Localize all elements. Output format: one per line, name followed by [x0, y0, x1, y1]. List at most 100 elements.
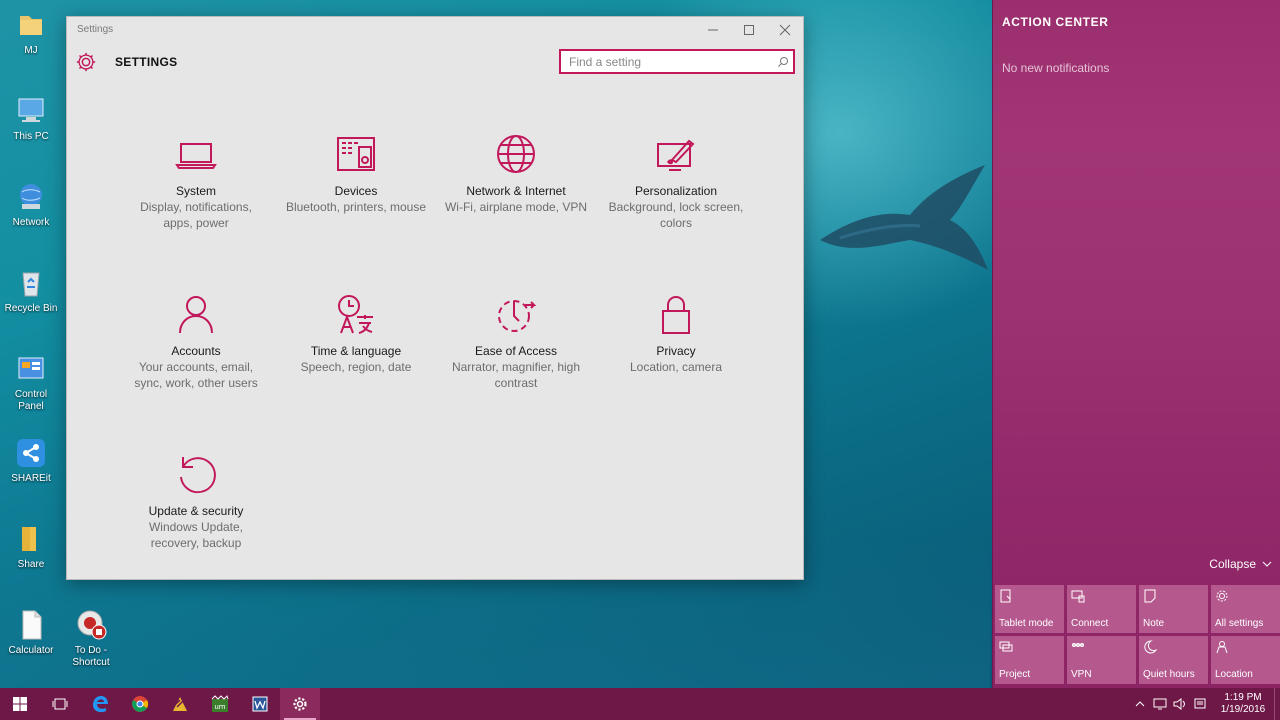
laptop-icon: [116, 131, 276, 177]
document-icon: [14, 608, 48, 642]
search-box[interactable]: [559, 49, 795, 74]
word-icon: [252, 696, 268, 712]
windows-logo-icon: [13, 697, 27, 711]
settings-window: Settings SETTINGS System Display, notifi…: [66, 16, 804, 580]
recycle-bin-icon: [14, 266, 48, 300]
clock-time: 1:19 PM: [1224, 692, 1262, 703]
task-view-icon: [52, 698, 68, 710]
edge-taskbar-button[interactable]: [80, 688, 120, 720]
desktop-icon-share[interactable]: Share: [4, 522, 58, 571]
system-tray: 1:19 PM 1/19/2016: [1130, 688, 1280, 720]
tile-ease-of-access[interactable]: Ease of Access Narrator, magnifier, high…: [436, 291, 596, 391]
action-center-title: ACTION CENTER: [1002, 15, 1109, 29]
gear-icon: [293, 697, 307, 711]
tile-network-internet[interactable]: Network & Internet Wi-Fi, airplane mode,…: [436, 131, 596, 215]
edge-browser-icon: [93, 696, 108, 713]
desktop-icon-to-do-shortcut[interactable]: To Do - Shortcut: [64, 608, 118, 669]
volume-icon[interactable]: [1170, 698, 1190, 710]
tile-system[interactable]: System Display, notifications, apps, pow…: [116, 131, 276, 231]
tile-accounts[interactable]: Accounts Your accounts, email, sync, wor…: [116, 291, 276, 391]
refresh-icon: [116, 451, 276, 497]
quick-action-vpn[interactable]: VPN: [1067, 636, 1136, 684]
quick-action-note[interactable]: Note: [1139, 585, 1208, 633]
search-input[interactable]: [561, 51, 773, 72]
paintbrush-icon: [596, 131, 756, 177]
computer-icon: [14, 94, 48, 128]
chevron-down-icon: [1262, 561, 1272, 567]
quick-action-quiet-hours[interactable]: Quiet hours: [1139, 636, 1208, 684]
window-title: Settings: [77, 24, 114, 35]
action-center-panel: ACTION CENTER No new notifications Colla…: [992, 0, 1280, 688]
connect-icon: [1071, 590, 1085, 603]
page-title: SETTINGS: [115, 55, 178, 69]
start-button[interactable]: [0, 688, 40, 720]
minimize-icon: [708, 29, 718, 31]
no-notifications-text: No new notifications: [1002, 61, 1110, 75]
tile-devices[interactable]: Devices Bluetooth, printers, mouse: [276, 131, 436, 215]
close-icon: [779, 24, 791, 36]
quick-action-tablet-mode[interactable]: Tablet mode: [995, 585, 1064, 633]
devices-icon: [276, 131, 436, 177]
desktop-icon-control-panel[interactable]: Control Panel: [4, 352, 58, 413]
quick-action-location[interactable]: Location: [1211, 636, 1280, 684]
lock-icon: [596, 291, 756, 337]
desktop-icon-calculator[interactable]: Calculator: [4, 608, 58, 657]
um-app-icon: um: [211, 695, 229, 712]
app-taskbar-button[interactable]: [160, 688, 200, 720]
vpn-icon: [1072, 643, 1084, 647]
quick-action-all-settings[interactable]: All settings: [1211, 585, 1280, 633]
maximize-icon: [744, 25, 754, 35]
tablet-mode-icon: [1000, 589, 1011, 603]
gear-icon: [1216, 590, 1228, 602]
chrome-taskbar-button[interactable]: [120, 688, 160, 720]
quick-actions-grid: Tablet mode Connect Note All settings Pr…: [995, 585, 1280, 684]
quick-action-connect[interactable]: Connect: [1067, 585, 1136, 633]
globe-icon: [436, 131, 596, 177]
minimize-button[interactable]: [695, 17, 731, 43]
task-view-button[interactable]: [40, 688, 80, 720]
record-icon: [74, 608, 108, 642]
moon-icon: [1144, 640, 1157, 654]
show-desktop-button[interactable]: [1274, 688, 1280, 720]
note-icon: [1144, 589, 1156, 603]
title-bar[interactable]: Settings: [67, 17, 803, 43]
network-icon[interactable]: [1150, 698, 1170, 710]
folder-icon: [14, 8, 48, 42]
project-icon: [999, 641, 1013, 652]
gear-icon: [76, 52, 96, 72]
word-taskbar-button[interactable]: [240, 688, 280, 720]
desktop-icon-mj[interactable]: MJ: [4, 8, 58, 57]
mermaid-tail-image: [820, 165, 988, 270]
settings-taskbar-button[interactable]: [280, 688, 320, 720]
settings-header: SETTINGS: [75, 51, 177, 73]
taskbar: um 1:19 PM 1/19/2016: [0, 688, 1280, 720]
clock[interactable]: 1:19 PM 1/19/2016: [1214, 692, 1272, 716]
action-center-icon[interactable]: [1190, 698, 1210, 710]
desktop-icon-this-pc[interactable]: This PC: [4, 94, 58, 143]
desktop-icon-recycle-bin[interactable]: Recycle Bin: [4, 266, 58, 315]
search-icon[interactable]: [773, 56, 793, 68]
desktop-icon-shareit[interactable]: SHAREit: [4, 436, 58, 485]
folder-icon: [14, 522, 48, 556]
tile-personalization[interactable]: Personalization Background, lock screen,…: [596, 131, 756, 231]
chrome-icon: [132, 696, 149, 712]
network-globe-icon: [14, 180, 48, 214]
control-panel-icon: [14, 352, 48, 386]
tile-time-language[interactable]: Time & language Speech, region, date: [276, 291, 436, 375]
clock-date: 1/19/2016: [1220, 704, 1266, 715]
tile-privacy[interactable]: Privacy Location, camera: [596, 291, 756, 375]
collapse-button[interactable]: Collapse: [1209, 557, 1272, 571]
ease-of-access-icon: [436, 291, 596, 337]
time-language-icon: [276, 291, 436, 337]
chevron-up-icon[interactable]: [1130, 701, 1150, 707]
desktop-icon-network[interactable]: Network: [4, 180, 58, 229]
tile-update-security[interactable]: Update & security Windows Update, recove…: [116, 451, 276, 551]
person-icon: [116, 291, 276, 337]
um-app-taskbar-button[interactable]: um: [200, 688, 240, 720]
maximize-button[interactable]: [731, 17, 767, 43]
quick-action-project[interactable]: Project: [995, 636, 1064, 684]
shareit-icon: [14, 436, 48, 470]
location-icon: [1216, 641, 1228, 654]
close-button[interactable]: [767, 17, 803, 43]
svg-text:um: um: [214, 703, 225, 711]
